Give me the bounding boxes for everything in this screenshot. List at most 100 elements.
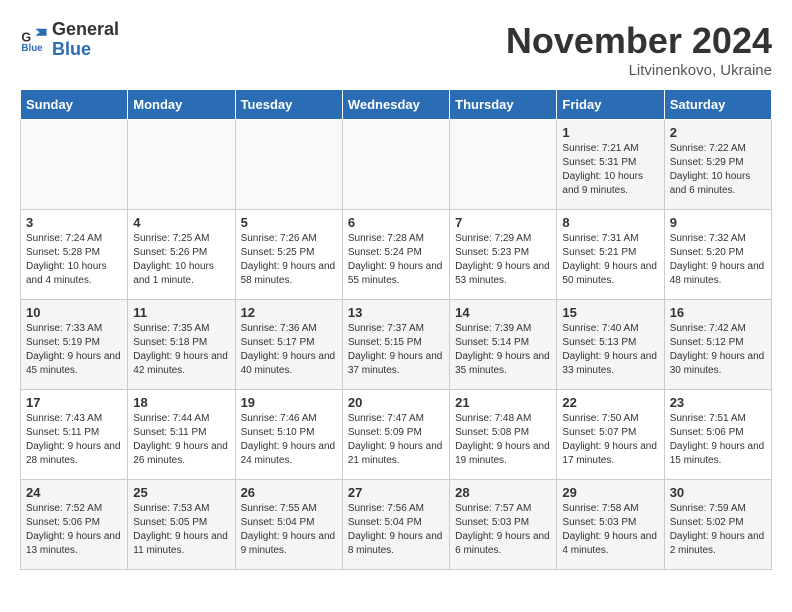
- table-row: 27 Sunrise: 7:56 AM Sunset: 5:04 PM Dayli…: [342, 480, 449, 570]
- header-wednesday: Wednesday: [342, 90, 449, 120]
- table-row: [235, 120, 342, 210]
- day-info: Sunrise: 7:37 AM Sunset: 5:15 PM Dayligh…: [348, 322, 444, 378]
- day-info: Sunrise: 7:48 AM Sunset: 5:08 PM Dayligh…: [455, 412, 551, 468]
- location: Litvinenkovo, Ukraine: [506, 62, 772, 79]
- calendar-week-row: 1Sunrise: 7:21 AM Sunset: 5:31 PM Daylig…: [21, 120, 772, 210]
- logo: G Blue General Blue: [20, 20, 119, 60]
- table-row: 18 Sunrise: 7:44 AM Sunset: 5:11 PM Dayli…: [128, 390, 235, 480]
- day-info: Sunrise: 7:46 AM Sunset: 5:10 PM Dayligh…: [241, 412, 337, 468]
- day-number: 14: [455, 305, 551, 320]
- table-row: [342, 120, 449, 210]
- table-row: 9Sunrise: 7:32 AM Sunset: 5:20 PM Daylig…: [664, 210, 771, 300]
- table-row: 25Sunrise: 7:53 AM Sunset: 5:05 PM Dayli…: [128, 480, 235, 570]
- table-row: 11Sunrise: 7:35 AM Sunset: 5:18 PM Dayli…: [128, 300, 235, 390]
- day-number: 24: [26, 485, 122, 500]
- day-info: Sunrise: 7:43 AM Sunset: 5:11 PM Dayligh…: [26, 412, 122, 468]
- table-row: 14 Sunrise: 7:39 AM Sunset: 5:14 PM Dayli…: [450, 300, 557, 390]
- day-info: Sunrise: 7:44 AM Sunset: 5:11 PM Dayligh…: [133, 412, 229, 468]
- day-info: Sunrise: 7:28 AM Sunset: 5:24 PM Dayligh…: [348, 232, 444, 288]
- day-info: Sunrise: 7:31 AM Sunset: 5:21 PM Dayligh…: [562, 232, 658, 288]
- table-row: [128, 120, 235, 210]
- day-info: Sunrise: 7:24 AM Sunset: 5:28 PM Dayligh…: [26, 232, 122, 288]
- day-info: Sunrise: 7:56 AM Sunset: 5:04 PM Dayligh…: [348, 502, 444, 558]
- header-monday: Monday: [128, 90, 235, 120]
- page-header: G Blue General Blue November 2024 Litvin…: [20, 20, 772, 79]
- day-info: Sunrise: 7:36 AM Sunset: 5:17 PM Dayligh…: [241, 322, 337, 378]
- day-info: Sunrise: 7:39 AM Sunset: 5:14 PM Dayligh…: [455, 322, 551, 378]
- day-number: 21: [455, 395, 551, 410]
- calendar-week-row: 24 Sunrise: 7:52 AM Sunset: 5:06 PM Dayli…: [21, 480, 772, 570]
- table-row: 20 Sunrise: 7:47 AM Sunset: 5:09 PM Dayli…: [342, 390, 449, 480]
- header-tuesday: Tuesday: [235, 90, 342, 120]
- calendar-table: Sunday Monday Tuesday Wednesday Thursday…: [20, 89, 772, 570]
- day-info: Sunrise: 7:26 AM Sunset: 5:25 PM Dayligh…: [241, 232, 337, 288]
- day-info: Sunrise: 7:59 AM Sunset: 5:02 PM Dayligh…: [670, 502, 766, 558]
- table-row: [21, 120, 128, 210]
- header-thursday: Thursday: [450, 90, 557, 120]
- day-info: Sunrise: 7:50 AM Sunset: 5:07 PM Dayligh…: [562, 412, 658, 468]
- table-row: [450, 120, 557, 210]
- day-info: Sunrise: 7:40 AM Sunset: 5:13 PM Dayligh…: [562, 322, 658, 378]
- table-row: 15 Sunrise: 7:40 AM Sunset: 5:13 PM Dayli…: [557, 300, 664, 390]
- table-row: 23 Sunrise: 7:51 AM Sunset: 5:06 PM Dayli…: [664, 390, 771, 480]
- day-info: Sunrise: 7:58 AM Sunset: 5:03 PM Dayligh…: [562, 502, 658, 558]
- table-row: 10Sunrise: 7:33 AM Sunset: 5:19 PM Dayli…: [21, 300, 128, 390]
- day-number: 18: [133, 395, 229, 410]
- day-number: 29: [562, 485, 658, 500]
- day-number: 9: [670, 215, 766, 230]
- day-number: 12: [241, 305, 337, 320]
- table-row: 17 Sunrise: 7:43 AM Sunset: 5:11 PM Dayli…: [21, 390, 128, 480]
- svg-text:G: G: [21, 30, 31, 44]
- day-info: Sunrise: 7:42 AM Sunset: 5:12 PM Dayligh…: [670, 322, 766, 378]
- logo-text: General Blue: [52, 20, 119, 60]
- day-info: Sunrise: 7:21 AM Sunset: 5:31 PM Dayligh…: [562, 142, 658, 198]
- day-info: Sunrise: 7:52 AM Sunset: 5:06 PM Dayligh…: [26, 502, 122, 558]
- day-info: Sunrise: 7:47 AM Sunset: 5:09 PM Dayligh…: [348, 412, 444, 468]
- day-number: 15: [562, 305, 658, 320]
- table-row: 24 Sunrise: 7:52 AM Sunset: 5:06 PM Dayli…: [21, 480, 128, 570]
- table-row: 4 Sunrise: 7:25 AM Sunset: 5:26 PM Daylig…: [128, 210, 235, 300]
- calendar-header-row: Sunday Monday Tuesday Wednesday Thursday…: [21, 90, 772, 120]
- table-row: 19 Sunrise: 7:46 AM Sunset: 5:10 PM Dayli…: [235, 390, 342, 480]
- day-number: 23: [670, 395, 766, 410]
- day-info: Sunrise: 7:29 AM Sunset: 5:23 PM Dayligh…: [455, 232, 551, 288]
- day-number: 17: [26, 395, 122, 410]
- table-row: 28Sunrise: 7:57 AM Sunset: 5:03 PM Dayli…: [450, 480, 557, 570]
- day-info: Sunrise: 7:33 AM Sunset: 5:19 PM Dayligh…: [26, 322, 122, 378]
- table-row: 26 Sunrise: 7:55 AM Sunset: 5:04 PM Dayli…: [235, 480, 342, 570]
- calendar-week-row: 3 Sunrise: 7:24 AM Sunset: 5:28 PM Daylig…: [21, 210, 772, 300]
- day-number: 8: [562, 215, 658, 230]
- table-row: 12 Sunrise: 7:36 AM Sunset: 5:17 PM Dayli…: [235, 300, 342, 390]
- day-number: 2: [670, 125, 766, 140]
- day-number: 7: [455, 215, 551, 230]
- day-number: 27: [348, 485, 444, 500]
- table-row: 13 Sunrise: 7:37 AM Sunset: 5:15 PM Dayli…: [342, 300, 449, 390]
- table-row: 3 Sunrise: 7:24 AM Sunset: 5:28 PM Daylig…: [21, 210, 128, 300]
- day-number: 26: [241, 485, 337, 500]
- day-number: 20: [348, 395, 444, 410]
- day-number: 16: [670, 305, 766, 320]
- day-number: 5: [241, 215, 337, 230]
- table-row: 1Sunrise: 7:21 AM Sunset: 5:31 PM Daylig…: [557, 120, 664, 210]
- day-info: Sunrise: 7:25 AM Sunset: 5:26 PM Dayligh…: [133, 232, 229, 288]
- title-block: November 2024 Litvinenkovo, Ukraine: [506, 20, 772, 79]
- day-number: 28: [455, 485, 551, 500]
- day-number: 13: [348, 305, 444, 320]
- header-saturday: Saturday: [664, 90, 771, 120]
- day-number: 3: [26, 215, 122, 230]
- table-row: 21 Sunrise: 7:48 AM Sunset: 5:08 PM Dayli…: [450, 390, 557, 480]
- day-info: Sunrise: 7:55 AM Sunset: 5:04 PM Dayligh…: [241, 502, 337, 558]
- svg-text:Blue: Blue: [21, 43, 43, 54]
- day-info: Sunrise: 7:53 AM Sunset: 5:05 PM Dayligh…: [133, 502, 229, 558]
- day-number: 4: [133, 215, 229, 230]
- table-row: 29 Sunrise: 7:58 AM Sunset: 5:03 PM Dayli…: [557, 480, 664, 570]
- day-info: Sunrise: 7:51 AM Sunset: 5:06 PM Dayligh…: [670, 412, 766, 468]
- day-number: 22: [562, 395, 658, 410]
- day-info: Sunrise: 7:35 AM Sunset: 5:18 PM Dayligh…: [133, 322, 229, 378]
- day-number: 19: [241, 395, 337, 410]
- day-number: 6: [348, 215, 444, 230]
- table-row: 7 Sunrise: 7:29 AM Sunset: 5:23 PM Daylig…: [450, 210, 557, 300]
- table-row: 30 Sunrise: 7:59 AM Sunset: 5:02 PM Dayli…: [664, 480, 771, 570]
- day-number: 30: [670, 485, 766, 500]
- table-row: 5 Sunrise: 7:26 AM Sunset: 5:25 PM Daylig…: [235, 210, 342, 300]
